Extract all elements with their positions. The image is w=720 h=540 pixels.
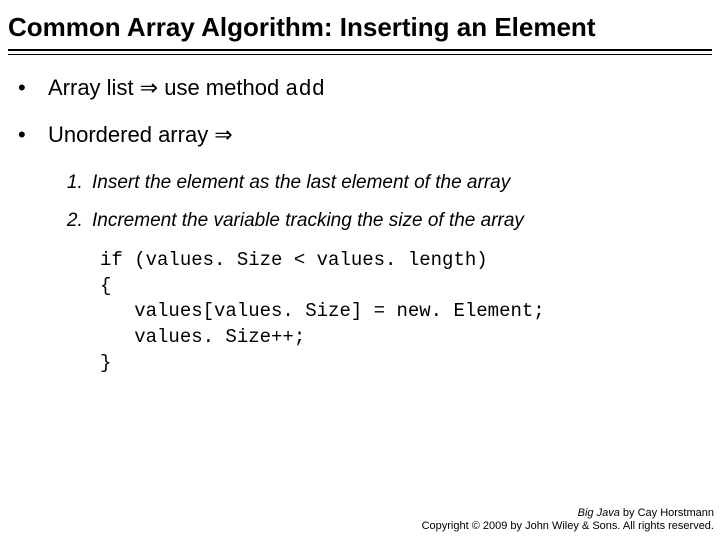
- footer-author: by Cay Horstmann: [620, 507, 714, 519]
- step-2: Increment the variable tracking the size…: [88, 202, 720, 240]
- bullet-1-code: add: [285, 77, 325, 102]
- footer-line-1: Big Java by Cay Horstmann: [422, 507, 714, 521]
- slide: Common Array Algorithm: Inserting an Ele…: [0, 0, 720, 540]
- code-block: if (values. Size < values. length) { val…: [100, 248, 720, 376]
- step-1: Insert the element as the last element o…: [88, 164, 720, 202]
- bullet-item-2: Unordered array ⇒: [0, 112, 720, 158]
- content-area: Array list ⇒ use method add Unordered ar…: [0, 55, 720, 376]
- footer: Big Java by Cay Horstmann Copyright © 20…: [422, 507, 714, 535]
- footer-line-2: Copyright © 2009 by John Wiley & Sons. A…: [422, 520, 714, 534]
- slide-title: Common Array Algorithm: Inserting an Ele…: [0, 0, 720, 49]
- numbered-steps: Insert the element as the last element o…: [0, 164, 720, 240]
- bullet-item-1: Array list ⇒ use method add: [0, 65, 720, 112]
- bullet-1-text: Array list ⇒ use method: [48, 75, 285, 100]
- bullet-list: Array list ⇒ use method add Unordered ar…: [0, 65, 720, 158]
- bullet-2-text: Unordered array ⇒: [48, 122, 233, 147]
- footer-book-title: Big Java: [578, 507, 620, 519]
